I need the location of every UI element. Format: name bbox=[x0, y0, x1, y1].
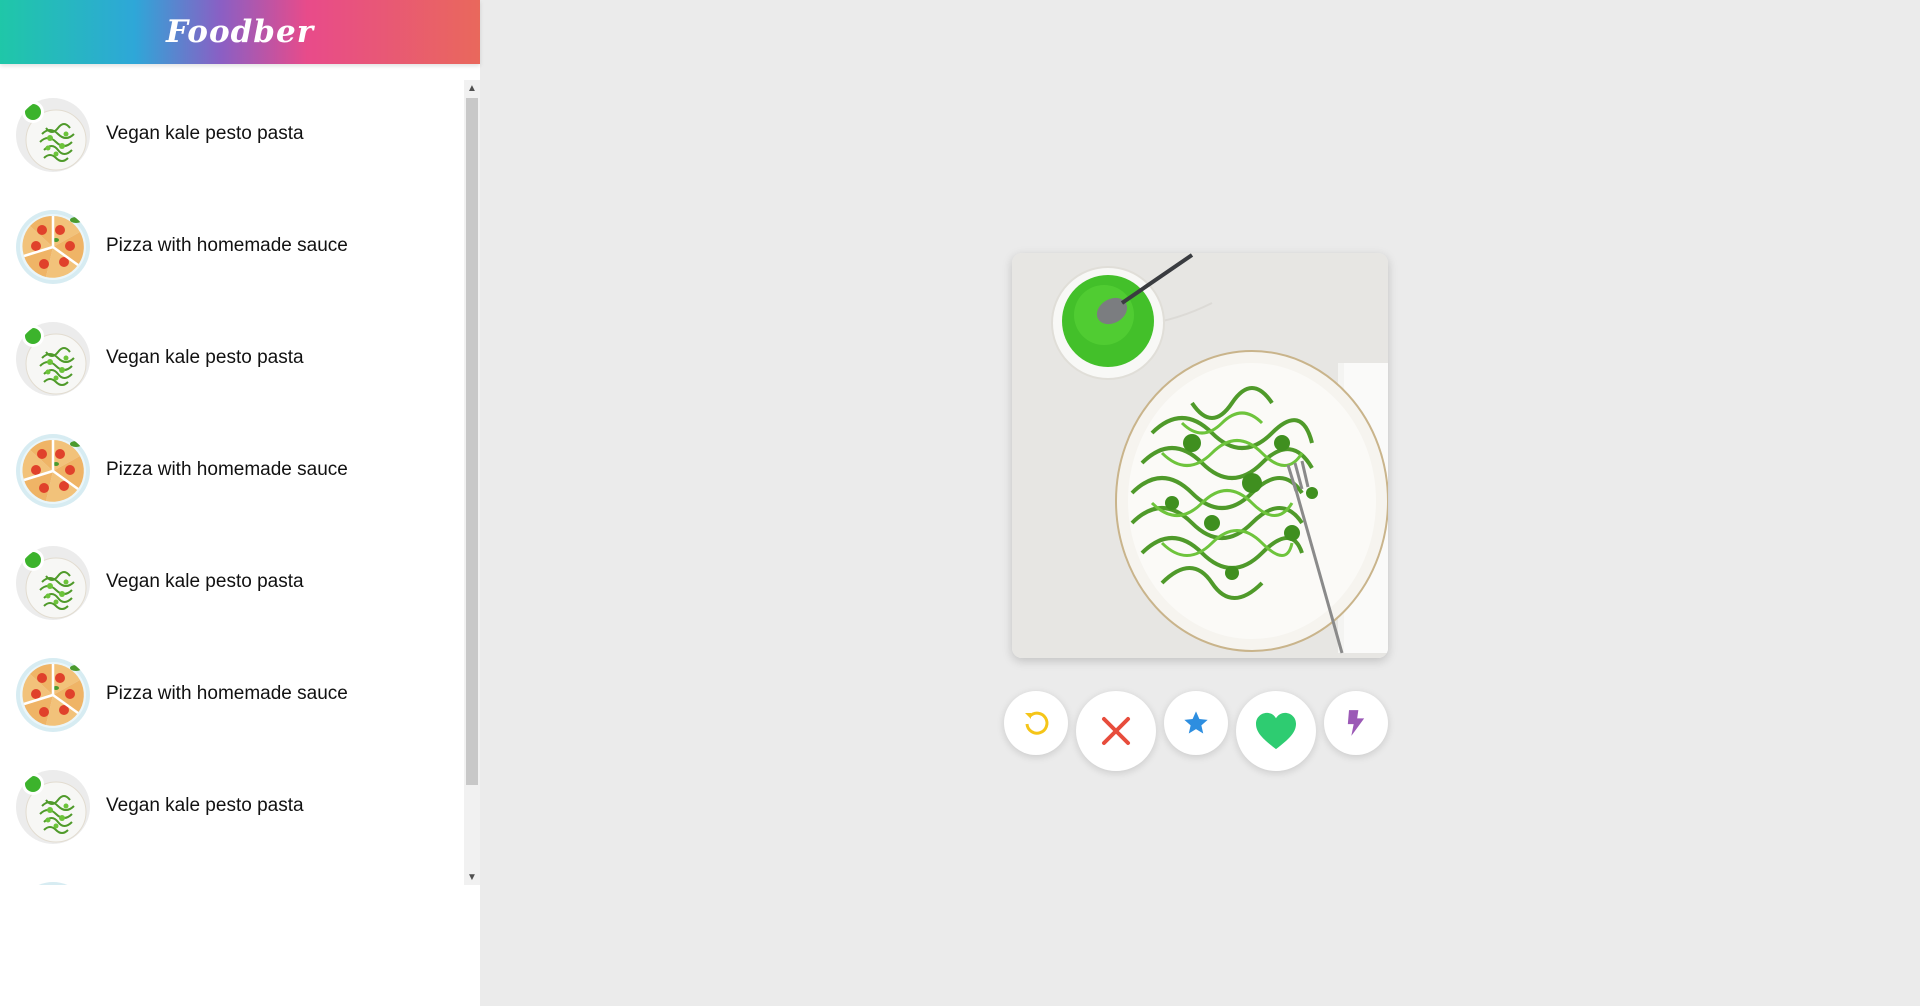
like-button[interactable] bbox=[1236, 691, 1316, 771]
scroll-up-icon[interactable]: ▲ bbox=[464, 80, 480, 96]
recipe-title: Pizza with homemade sauce bbox=[106, 459, 348, 480]
scroll-thumb[interactable] bbox=[466, 98, 478, 785]
super-like-button[interactable] bbox=[1164, 691, 1228, 755]
list-item[interactable]: Pizza with homemade sauce bbox=[0, 640, 462, 752]
lightning-icon bbox=[1347, 710, 1365, 736]
recipe-list: Vegan kale pesto pasta Pizza with homema… bbox=[0, 80, 480, 885]
recipe-thumbnail bbox=[16, 882, 90, 885]
recipe-title: Pizza with homemade sauce bbox=[106, 683, 348, 704]
list-item[interactable]: Vegan kale pesto pasta bbox=[0, 304, 462, 416]
list-item[interactable] bbox=[0, 864, 462, 885]
recipe-thumbnail bbox=[16, 658, 90, 732]
app-logo: Foodber bbox=[165, 14, 315, 50]
nope-button[interactable] bbox=[1076, 691, 1156, 771]
heart-icon bbox=[1256, 712, 1296, 750]
scroll-down-icon[interactable]: ▼ bbox=[464, 869, 480, 885]
list-item[interactable]: Pizza with homemade sauce bbox=[0, 416, 462, 528]
recipe-title: Vegan kale pesto pasta bbox=[106, 795, 304, 816]
list-scrollbar[interactable]: ▲ ▼ bbox=[464, 80, 480, 885]
list-item[interactable]: Vegan kale pesto pasta bbox=[0, 80, 462, 192]
recipe-photo bbox=[1012, 253, 1388, 658]
star-icon bbox=[1184, 711, 1208, 734]
recipe-title: Vegan kale pesto pasta bbox=[106, 123, 304, 144]
recipe-title: Vegan kale pesto pasta bbox=[106, 571, 304, 592]
list-item[interactable]: Vegan kale pesto pasta bbox=[0, 528, 462, 640]
recipe-thumbnail bbox=[16, 770, 90, 844]
recipe-thumbnail bbox=[16, 210, 90, 284]
recipe-thumbnail bbox=[16, 434, 90, 508]
list-item[interactable]: Vegan kale pesto pasta bbox=[0, 752, 462, 864]
list-item[interactable]: Pizza with homemade sauce bbox=[0, 192, 462, 304]
close-icon bbox=[1102, 717, 1130, 745]
recipe-card[interactable] bbox=[1012, 253, 1388, 658]
app-header: Foodber bbox=[0, 0, 480, 64]
rewind-icon bbox=[1025, 711, 1049, 735]
recipe-thumbnail bbox=[16, 98, 90, 172]
boost-button[interactable] bbox=[1324, 691, 1388, 755]
recipe-title: Pizza with homemade sauce bbox=[106, 235, 348, 256]
recipe-thumbnail bbox=[16, 546, 90, 620]
recipe-title: Vegan kale pesto pasta bbox=[106, 347, 304, 368]
rewind-button[interactable] bbox=[1004, 691, 1068, 755]
recipe-thumbnail bbox=[16, 322, 90, 396]
sidebar: Foodber Vegan kale pesto pasta Pizza wit… bbox=[0, 0, 480, 1006]
